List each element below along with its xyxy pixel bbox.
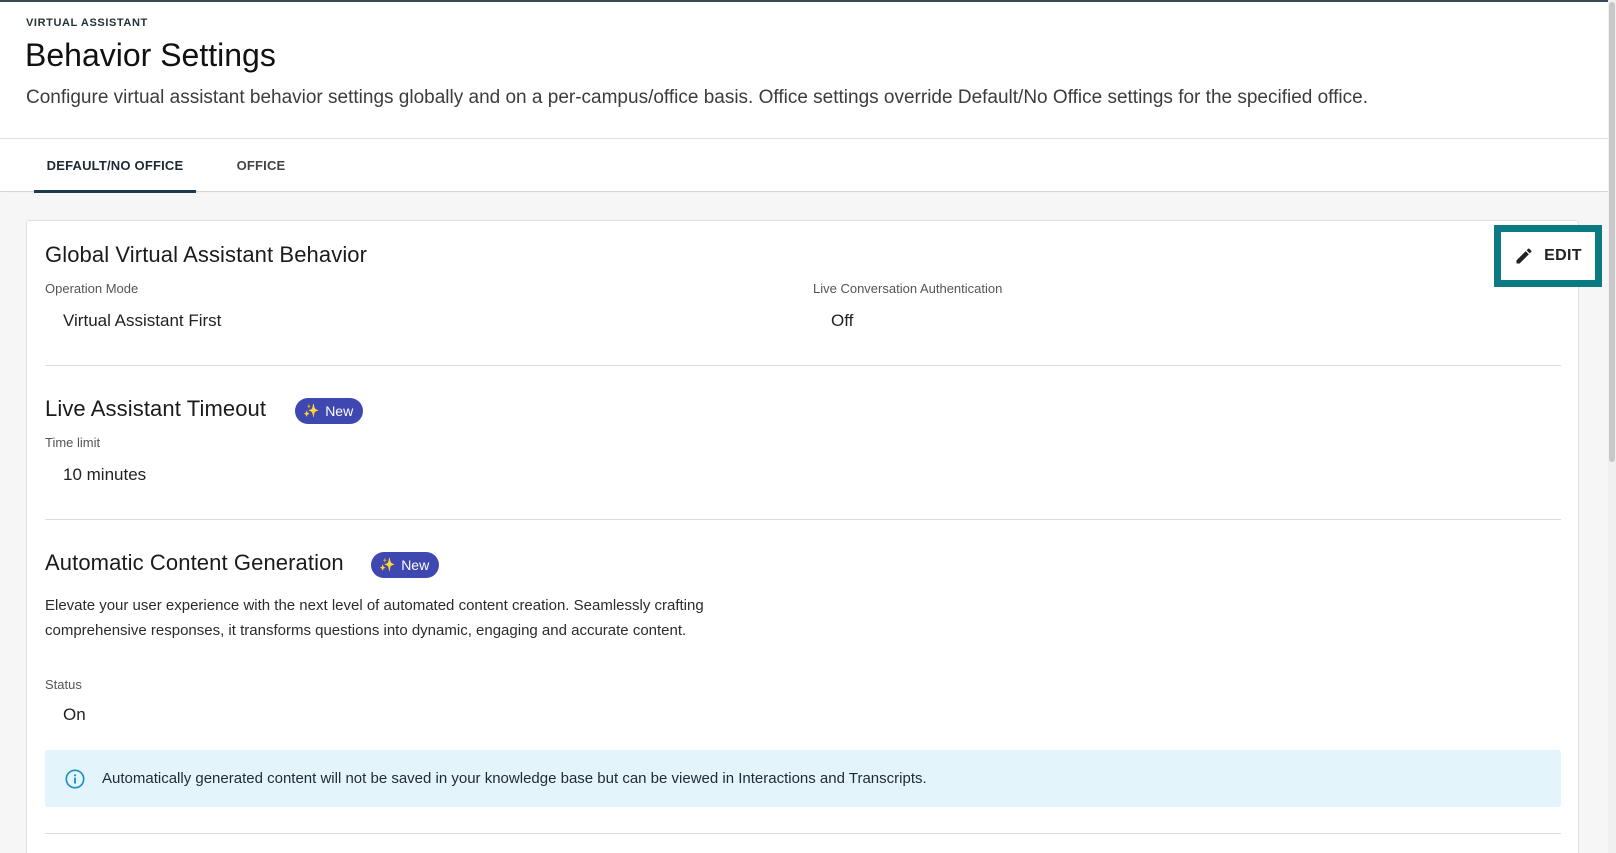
sparkle-icon: ✨ bbox=[303, 403, 320, 418]
status-value: On bbox=[63, 705, 86, 724]
page-description: Configure virtual assistant behavior set… bbox=[26, 87, 1368, 108]
tab-office[interactable]: OFFICE bbox=[222, 139, 300, 192]
tab-default-no-office[interactable]: DEFAULT/NO OFFICE bbox=[34, 139, 196, 193]
status-label: Status bbox=[45, 677, 82, 692]
page-overline: VIRTUAL ASSISTANT bbox=[26, 17, 148, 29]
global-behavior-title: Global Virtual Assistant Behavior bbox=[45, 242, 368, 267]
info-alert: Automatically generated content will not… bbox=[45, 750, 1561, 807]
behavior-settings-card: EDIT Global Virtual Assistant Behavior O… bbox=[26, 220, 1602, 853]
pencil-icon bbox=[1516, 248, 1532, 264]
page-title: Behavior Settings bbox=[25, 37, 276, 73]
page-header: VIRTUAL ASSISTANT Behavior Settings Conf… bbox=[0, 2, 1608, 138]
operation-mode-label: Operation Mode bbox=[45, 281, 139, 296]
content-generation-description: Elevate your user experience with the ne… bbox=[45, 597, 704, 639]
live-auth-label: Live Conversation Authentication bbox=[813, 281, 1003, 296]
new-badge-label: New bbox=[401, 557, 430, 573]
page-scrollbar-thumb[interactable] bbox=[1609, 2, 1615, 462]
section-divider bbox=[45, 833, 1561, 834]
office-tabs: DEFAULT/NO OFFICE OFFICE bbox=[0, 138, 1608, 193]
new-badge-label: New bbox=[325, 403, 354, 419]
edit-button-label: EDIT bbox=[1544, 247, 1582, 264]
live-assistant-timeout-title: Live Assistant Timeout bbox=[45, 396, 267, 421]
sparkle-icon: ✨ bbox=[379, 557, 396, 572]
info-alert-text: Automatically generated content will not… bbox=[102, 770, 927, 787]
live-auth-value: Off bbox=[831, 311, 854, 330]
info-icon bbox=[65, 768, 85, 789]
new-badge: ✨ New bbox=[371, 552, 440, 578]
time-limit-label: Time limit bbox=[45, 435, 101, 450]
time-limit-value: 10 minutes bbox=[63, 465, 147, 484]
automatic-content-generation-title: Automatic Content Generation bbox=[45, 550, 344, 575]
operation-mode-value: Virtual Assistant First bbox=[63, 311, 222, 330]
section-divider bbox=[45, 365, 1561, 366]
edit-button[interactable]: EDIT bbox=[1494, 225, 1602, 287]
section-divider bbox=[45, 519, 1561, 520]
new-badge: ✨ New bbox=[295, 398, 364, 424]
